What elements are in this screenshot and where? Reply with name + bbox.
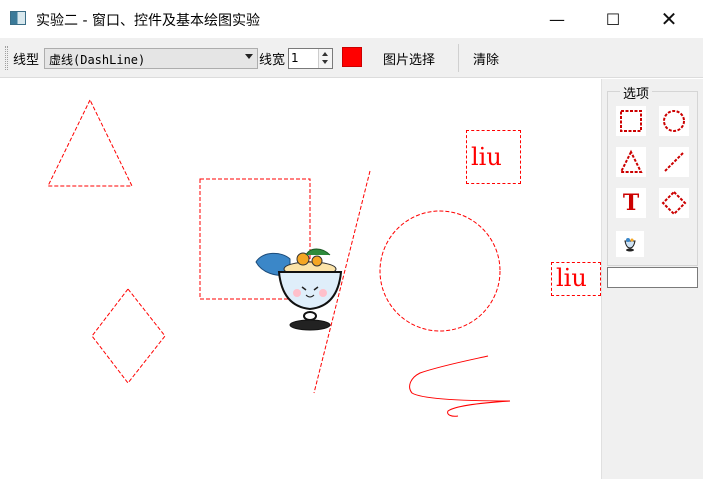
drawn-freehand-stroke [409, 355, 511, 417]
spin-down-arrow-icon[interactable] [322, 60, 328, 64]
drawn-triangle [47, 98, 133, 187]
maximize-button[interactable]: ☐ [590, 0, 636, 38]
diamond-icon [661, 190, 687, 216]
image-icon [624, 238, 636, 252]
rectangle-tool-button[interactable] [616, 106, 646, 136]
line-width-spinbox[interactable]: 1 [288, 48, 333, 69]
line-style-value: 虚线(DashLine) [49, 53, 146, 67]
line-width-value: 1 [291, 51, 299, 65]
spin-up-arrow-icon[interactable] [322, 52, 328, 56]
line-icon [664, 152, 684, 172]
text-input-field[interactable] [607, 267, 698, 288]
triangle-tool-button[interactable] [616, 147, 646, 177]
drawing-canvas[interactable]: liu liu [0, 79, 601, 479]
drawn-circle [379, 210, 501, 332]
minimize-button[interactable]: — [534, 0, 580, 38]
app-icon [10, 11, 26, 25]
close-button[interactable]: ✕ [646, 0, 692, 38]
diamond-tool-button[interactable] [659, 188, 689, 218]
line-width-label: 线宽 [259, 53, 286, 68]
drawn-diamond [91, 288, 166, 384]
text-icon: T [622, 190, 640, 216]
drawn-text-box: liu [466, 130, 521, 184]
chevron-down-icon [245, 54, 253, 59]
window-title: 实验二 - 窗口、控件及基本绘图实验 [36, 13, 260, 29]
ellipse-icon [663, 110, 685, 132]
title-bar: 实验二 - 窗口、控件及基本绘图实验 — ☐ ✕ [0, 0, 703, 38]
inserted-dessert-image [255, 248, 343, 331]
drawn-text-box: liu [551, 262, 601, 296]
image-tool-button[interactable] [616, 231, 644, 257]
pick-image-button[interactable]: 图片选择 [383, 49, 435, 68]
line-tool-button[interactable] [659, 147, 689, 177]
triangle-icon [619, 149, 643, 173]
toolbar-separator [458, 44, 459, 72]
options-title: 选项 [620, 83, 653, 102]
ellipse-tool-button[interactable] [659, 106, 689, 136]
pen-color-button[interactable] [342, 47, 362, 67]
clear-button[interactable]: 清除 [473, 49, 499, 68]
text-tool-button[interactable]: T [616, 188, 646, 218]
options-panel: 选项 T [601, 79, 703, 479]
rectangle-icon [620, 110, 642, 132]
line-style-label: 线型 [13, 53, 40, 68]
toolbar: 线型 虚线(DashLine) 线宽 1 图片选择 清除 [0, 38, 703, 78]
spin-buttons [318, 49, 332, 68]
toolbar-grip-handle[interactable] [5, 46, 8, 70]
line-style-combobox[interactable]: 虚线(DashLine) [44, 48, 258, 69]
